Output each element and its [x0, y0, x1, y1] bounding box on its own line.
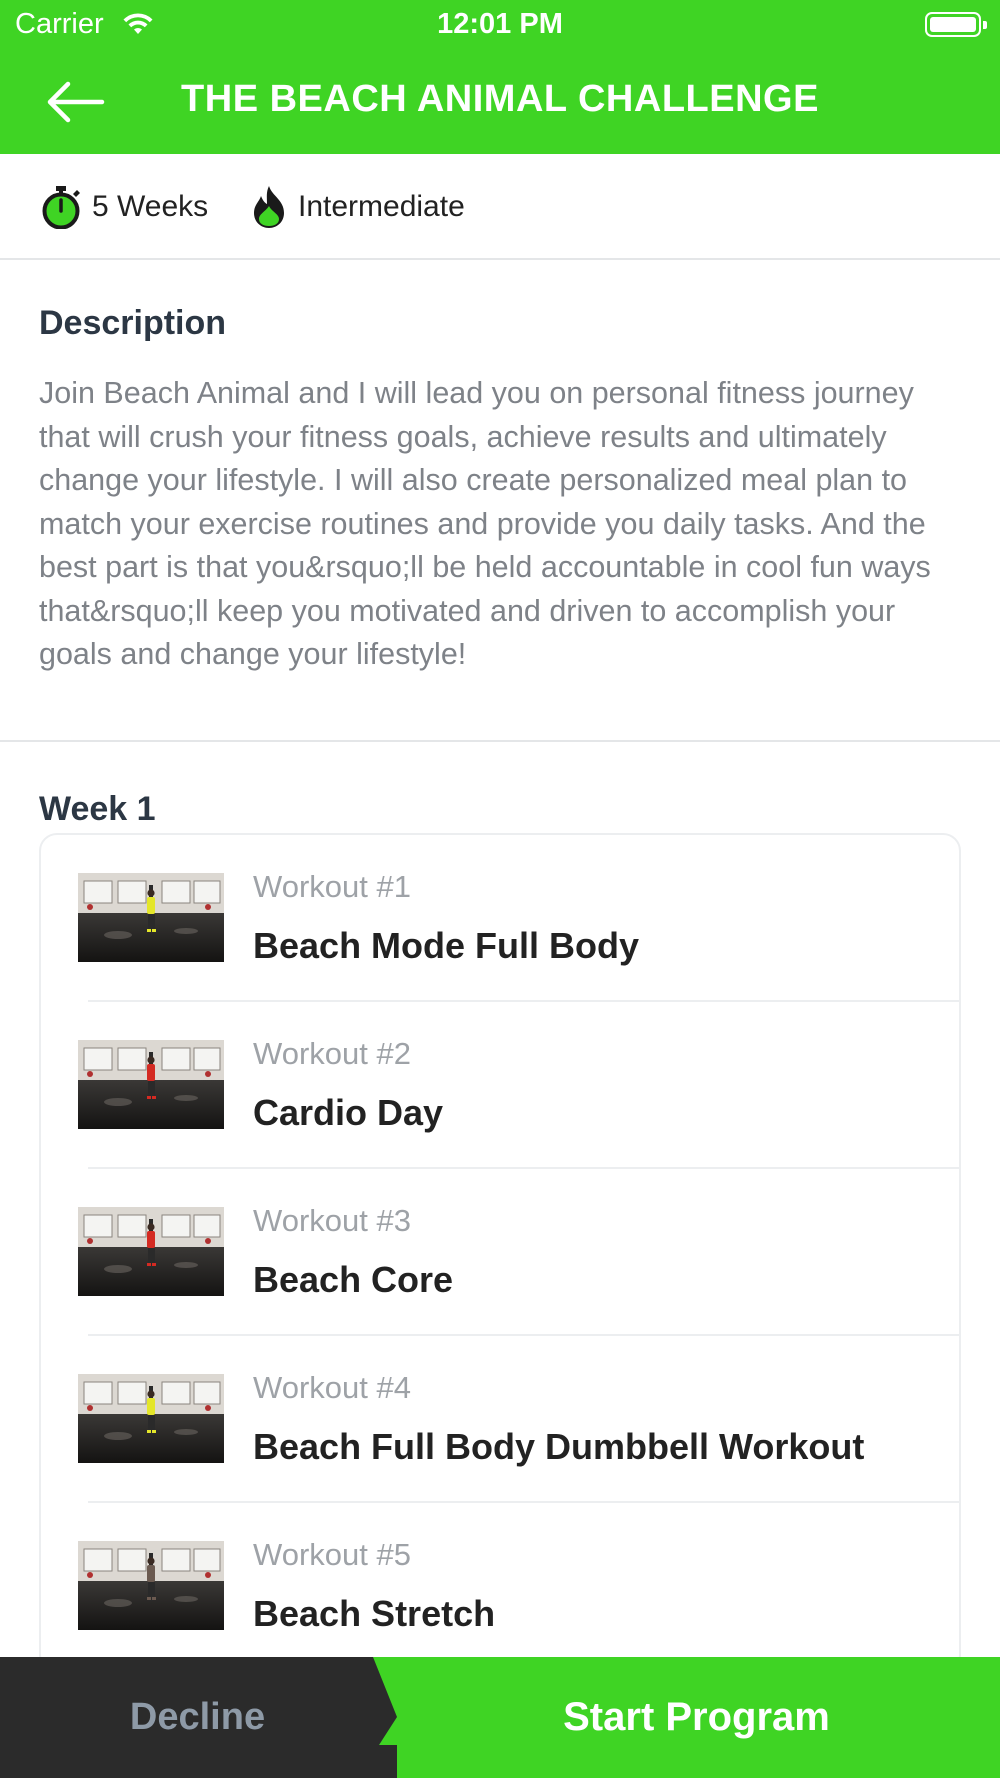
- flame-icon: [254, 186, 284, 228]
- workout-name: Beach Core: [253, 1259, 454, 1300]
- workout-row-2[interactable]: Workout #2 Cardio Day: [41, 1002, 959, 1169]
- workout-number: Workout #4: [253, 1370, 411, 1405]
- start-program-button[interactable]: Start Program: [373, 1657, 1000, 1778]
- workout-name: Beach Stretch: [253, 1593, 496, 1634]
- workout-thumbnail: [78, 1374, 224, 1463]
- duration-label: 5 Weeks: [92, 190, 209, 223]
- week-heading: Week 1: [39, 790, 156, 828]
- description-text: Join Beach Animal and I will lead you on…: [39, 376, 931, 671]
- battery-icon: [925, 12, 987, 37]
- workout-list: Workout #1 Beach Mode Full Body Workout …: [39, 833, 961, 1673]
- status-time: 12:01 PM: [437, 8, 563, 40]
- duration-info: 5 Weeks: [40, 154, 208, 260]
- workout-thumbnail: [78, 873, 224, 962]
- workout-number: Workout #3: [253, 1203, 411, 1238]
- decline-button[interactable]: Decline: [0, 1657, 395, 1778]
- workout-number: Workout #1: [253, 869, 411, 904]
- workout-row-4[interactable]: Workout #4 Beach Full Body Dumbbell Work…: [41, 1336, 959, 1503]
- workout-thumbnail: [78, 1040, 224, 1129]
- start-program-label: Start Program: [563, 1695, 830, 1739]
- description-section: Description Join Beach Animal and I will…: [0, 262, 1000, 742]
- workout-number: Workout #5: [253, 1537, 411, 1572]
- workout-thumbnail: [78, 1541, 224, 1630]
- workout-row-3[interactable]: Workout #3 Beach Core: [41, 1169, 959, 1336]
- action-bar: Decline Start Program: [0, 1657, 1000, 1778]
- page-title: THE BEACH ANIMAL CHALLENGE: [181, 78, 819, 120]
- workout-thumbnail: [78, 1207, 224, 1296]
- program-meta: 5 Weeks Intermediate: [0, 154, 1000, 260]
- stopwatch-icon: [42, 186, 80, 229]
- workout-name: Beach Full Body Dumbbell Workout: [253, 1426, 865, 1467]
- level-info: Intermediate: [250, 154, 465, 260]
- workout-row-1[interactable]: Workout #1 Beach Mode Full Body: [41, 835, 959, 1002]
- workout-name: Cardio Day: [253, 1092, 444, 1133]
- level-label: Intermediate: [298, 190, 465, 223]
- workout-number: Workout #2: [253, 1036, 411, 1071]
- workout-row-5[interactable]: Workout #5 Beach Stretch: [41, 1503, 959, 1670]
- workout-name: Beach Mode Full Body: [253, 925, 640, 966]
- description-heading: Description: [39, 304, 227, 342]
- status-bar: Carrier 12:01 PM: [0, 0, 1000, 50]
- app-header: Carrier 12:01 PM THE BEACH ANIMAL CHALLE…: [0, 0, 1000, 154]
